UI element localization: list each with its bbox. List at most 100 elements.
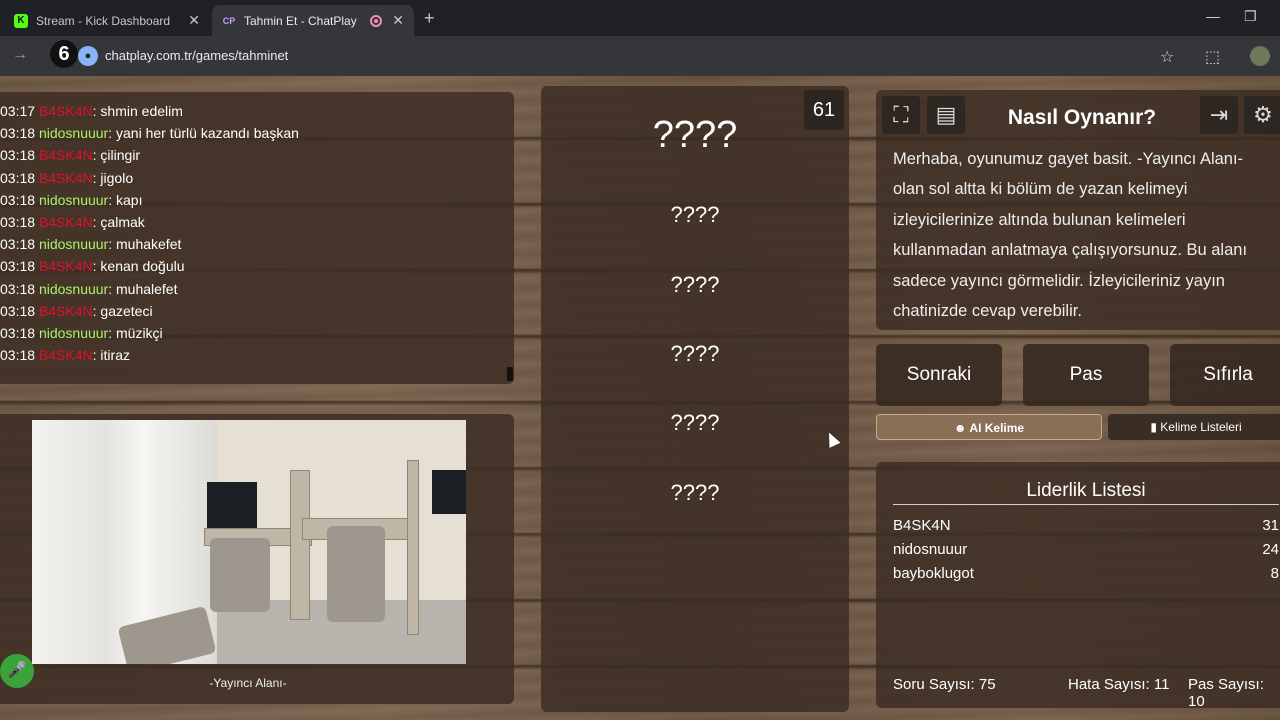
tab-title: Tahmin Et - ChatPlay: [244, 13, 357, 28]
reset-button[interactable]: Sıfırla: [1170, 344, 1280, 406]
how-to-play-title: Nasıl Oynanır?: [1007, 106, 1157, 129]
chat-line: 03:18 nidosnuuur: yani her türlü kazandı…: [0, 122, 512, 144]
chat-line: 03:18 B4SK4N: çilingir: [0, 144, 512, 166]
extensions-icon[interactable]: ⬚: [1205, 47, 1220, 67]
desk-divider: [290, 470, 310, 620]
tab-kick-dashboard[interactable]: K Stream - Kick Dashboard ✕: [4, 5, 210, 36]
chat-line: 03:18 nidosnuuur: muhakefet: [0, 233, 512, 255]
chat-message: : shmin edelim: [92, 103, 183, 119]
chat-line: 03:18 nidosnuuur: muhalefet: [0, 278, 512, 300]
chat-timestamp: 03:18: [0, 258, 36, 275]
step-badge: 6: [50, 40, 78, 68]
chatplay-favicon-icon: CP: [222, 15, 236, 26]
chat-message: : kapı: [108, 191, 143, 208]
chat-timestamp: 03:18: [0, 280, 36, 297]
chat-message: : itiraz: [92, 347, 130, 364]
fullscreen-icon[interactable]: ⛶: [882, 96, 920, 134]
chat-message: : müzikçi: [108, 325, 163, 342]
new-tab-button[interactable]: +: [424, 8, 435, 29]
chat-timestamp: 03:18: [0, 169, 36, 186]
logout-icon[interactable]: ⇥: [1200, 96, 1238, 134]
question-count: Soru Sayısı: 75: [893, 676, 996, 693]
chat-timestamp: 03:17: [0, 103, 36, 119]
pass-button[interactable]: Pas: [1023, 344, 1149, 406]
chat-timestamp: 03:18: [0, 125, 36, 142]
robot-icon: ☻: [953, 421, 967, 435]
leaderboard-title: Liderlik Listesi: [1026, 480, 1146, 501]
word-lists-button[interactable]: ▮ Kelime Listeleri: [1108, 414, 1280, 440]
tab-title: Stream - Kick Dashboard: [36, 13, 171, 28]
chat-username[interactable]: nidosnuuur: [39, 125, 108, 141]
chat-username[interactable]: B4SK4N: [39, 303, 93, 319]
chat-timestamp: 03:18: [0, 236, 36, 253]
chat-username[interactable]: B4SK4N: [39, 347, 93, 363]
leaderboard-row: nidosnuuur 24: [893, 541, 1279, 558]
leaderboard-row: bayboklugot 8: [893, 565, 1279, 582]
microphone-icon[interactable]: ●: [78, 46, 98, 66]
close-tab-icon[interactable]: ✕: [188, 12, 200, 29]
word-lists-label: Kelime Listeleri: [1160, 420, 1242, 434]
kick-favicon-icon: K: [14, 13, 28, 28]
settings-gear-icon[interactable]: ⚙: [1244, 96, 1280, 134]
chat-line: 03:18 B4SK4N: itiraz: [0, 344, 512, 366]
chat-username[interactable]: nidosnuuur: [39, 192, 108, 208]
player-score: 8: [1270, 565, 1279, 582]
chat-line: 03:18 B4SK4N: jigolo: [0, 167, 512, 189]
microphone-button[interactable]: 🎤: [0, 654, 34, 688]
profile-avatar[interactable]: [1250, 46, 1270, 66]
minimize-icon[interactable]: —: [1206, 8, 1220, 24]
document-icon[interactable]: ▤: [927, 96, 965, 134]
chat-message: : çilingir: [92, 147, 141, 164]
chat-username[interactable]: B4SK4N: [39, 258, 93, 274]
chat-message: : gazeteci: [92, 302, 153, 319]
tab-chatplay[interactable]: CP Tahmin Et - ChatPlay ✕: [212, 5, 414, 36]
forbidden-word: ????: [670, 202, 720, 227]
chat-message: : muhakefet: [108, 236, 182, 253]
chat-line: 03:18 nidosnuuur: müzikçi: [0, 322, 512, 344]
player-score: 24: [1262, 541, 1279, 558]
chat-line: 03:18 B4SK4N: kenan doğulu: [0, 255, 512, 277]
player-name: B4SK4N: [893, 517, 951, 534]
chat-message: : muhalefet: [108, 280, 178, 297]
chat-log: 03:17 B4SK4N: shmin edelim 03:18 nidosnuu…: [0, 100, 512, 366]
chat-username[interactable]: nidosnuuur: [39, 325, 108, 341]
leaderboard-row: B4SK4N 31: [893, 517, 1279, 534]
chat-timestamp: 03:18: [0, 191, 36, 208]
chat-username[interactable]: nidosnuuur: [39, 236, 108, 252]
ai-word-button[interactable]: ☻ AI Kelime: [876, 414, 1102, 440]
tab-bar: K Stream - Kick Dashboard ✕ CP Tahmin Et…: [0, 0, 1280, 36]
chat-username[interactable]: nidosnuuur: [39, 281, 108, 297]
chat-message: : çalmak: [92, 214, 145, 231]
chat-username[interactable]: B4SK4N: [39, 214, 93, 230]
close-tab-icon[interactable]: ✕: [392, 12, 404, 29]
restore-icon[interactable]: ❐: [1244, 8, 1257, 25]
recording-icon: [370, 14, 383, 27]
chat-timestamp: 03:18: [0, 302, 36, 319]
chat-line: 03:18 B4SK4N: gazeteci: [0, 300, 512, 322]
pass-count: Pas Sayısı: 10: [1188, 676, 1264, 710]
webcam-view: [32, 420, 466, 664]
target-word: ????: [652, 114, 738, 156]
player-score: 31: [1262, 517, 1279, 534]
forbidden-word: ????: [670, 272, 720, 297]
bookmark-star-icon[interactable]: ☆: [1160, 47, 1174, 67]
chair: [210, 538, 270, 612]
chat-scrollbar[interactable]: [507, 367, 513, 381]
monitor: [432, 470, 466, 514]
chair: [327, 526, 385, 622]
address-bar[interactable]: chatplay.com.tr/games/tahminet: [105, 48, 288, 63]
next-button[interactable]: Sonraki: [876, 344, 1002, 406]
how-to-play-text: Merhaba, oyunumuz gayet basit. -Yayıncı …: [893, 150, 1248, 321]
chat-username[interactable]: B4SK4N: [39, 103, 93, 119]
chat-line: 03:18 B4SK4N: çalmak: [0, 211, 512, 233]
forward-arrow-icon[interactable]: →: [12, 46, 28, 64]
chat-username[interactable]: B4SK4N: [39, 147, 93, 163]
forbidden-word: ????: [670, 410, 720, 435]
error-count: Hata Sayısı: 11: [1068, 676, 1170, 693]
player-name: nidosnuuur: [893, 541, 968, 558]
forbidden-word: ????: [670, 480, 720, 505]
chat-message: : yani her türlü kazandı başkan: [108, 125, 299, 142]
chat-timestamp: 03:18: [0, 214, 36, 231]
desk-divider: [407, 460, 419, 635]
chat-username[interactable]: B4SK4N: [39, 170, 93, 186]
